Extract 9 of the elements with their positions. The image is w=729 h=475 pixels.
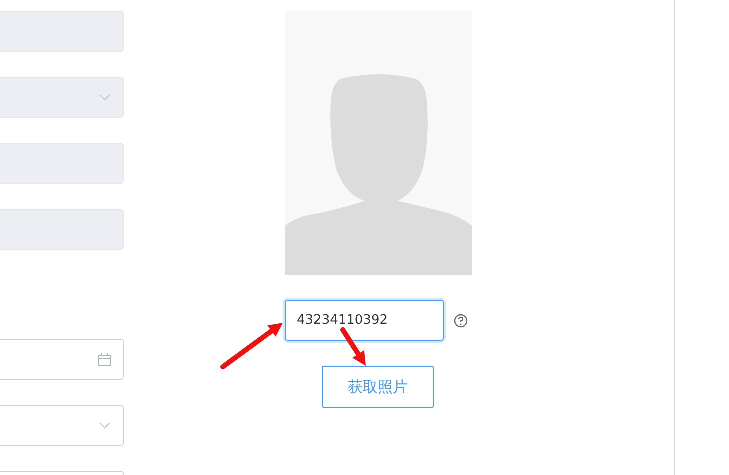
chevron-down-icon (99, 422, 111, 430)
annotation-arrow (340, 328, 366, 366)
help-icon[interactable] (454, 314, 468, 328)
select-field[interactable] (0, 405, 124, 446)
chevron-down-icon (99, 94, 111, 102)
calendar-icon (98, 353, 111, 366)
date-field[interactable] (0, 339, 124, 380)
id-number-field[interactable]: 43234110392 (285, 300, 444, 341)
annotation-arrow (220, 323, 283, 370)
